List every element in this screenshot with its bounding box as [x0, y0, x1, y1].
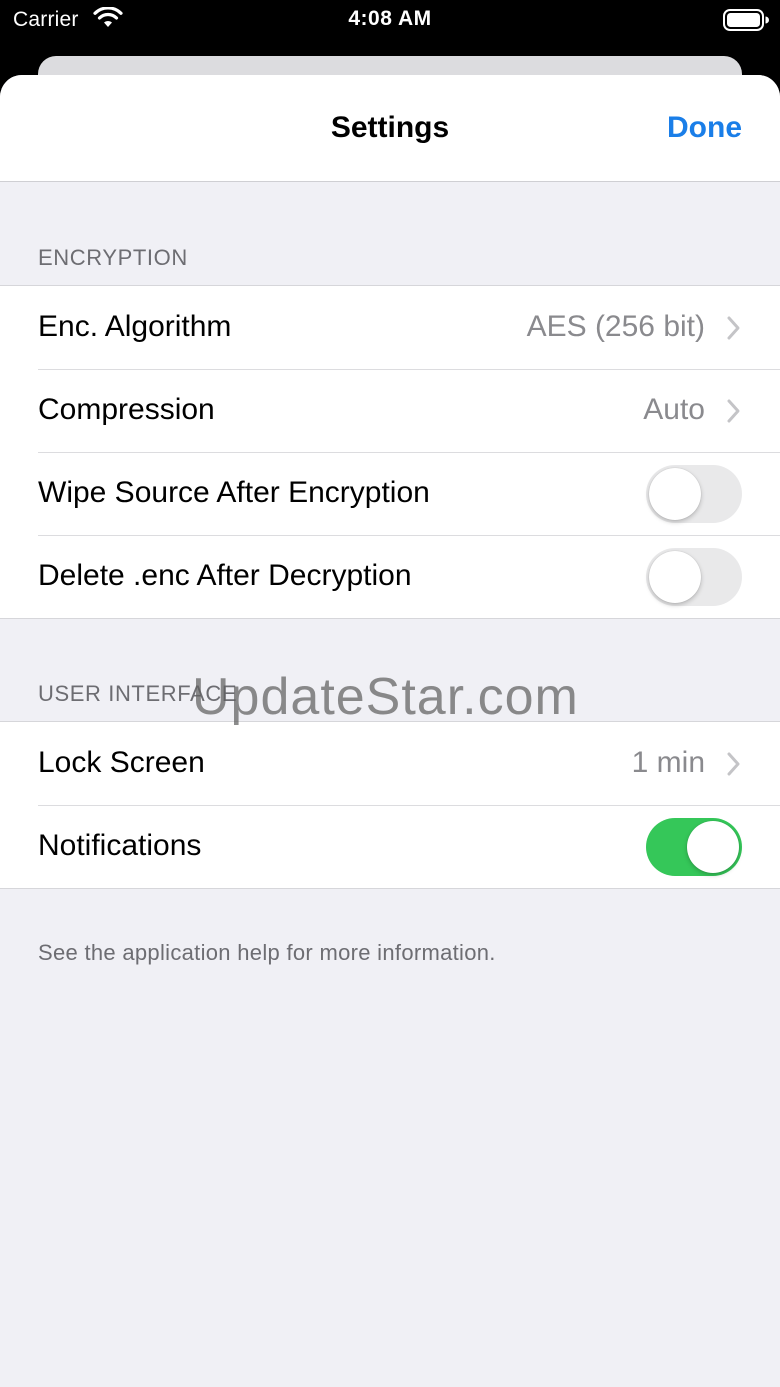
section-header-encryption: ENCRYPTION — [38, 245, 188, 270]
row-label: Compression — [38, 393, 215, 426]
row-notifications: Notifications — [0, 805, 780, 888]
encryption-group: Enc. Algorithm AES (256 bit) Compression… — [0, 285, 780, 619]
status-time: 4:08 AM — [348, 7, 432, 30]
row-label: Notifications — [38, 829, 202, 862]
wipe-source-toggle[interactable] — [646, 465, 742, 523]
row-value: AES (256 bit) — [526, 310, 705, 343]
row-label: Lock Screen — [38, 746, 205, 779]
toggle-knob — [649, 468, 701, 520]
toggle-knob — [649, 551, 701, 603]
row-label: Enc. Algorithm — [38, 310, 232, 343]
footer-note: See the application help for more inform… — [38, 940, 496, 965]
row-compression[interactable]: Compression Auto — [0, 369, 780, 452]
row-value: Auto — [643, 393, 705, 426]
chevron-right-icon — [727, 752, 740, 776]
settings-sheet: Settings Done ENCRYPTION Enc. Algorithm … — [0, 75, 780, 1387]
row-label: Wipe Source After Encryption — [38, 476, 430, 509]
row-enc-algorithm[interactable]: Enc. Algorithm AES (256 bit) — [0, 286, 780, 369]
delete-enc-toggle[interactable] — [646, 548, 742, 606]
chevron-right-icon — [727, 316, 740, 340]
user-interface-group: Lock Screen 1 min Notifications — [0, 721, 780, 889]
row-lock-screen[interactable]: Lock Screen 1 min — [0, 722, 780, 805]
row-wipe-source: Wipe Source After Encryption — [0, 452, 780, 535]
done-button[interactable]: Done — [667, 111, 742, 145]
row-label: Delete .enc After Decryption — [38, 559, 412, 592]
navigation-bar: Settings Done — [0, 75, 780, 182]
chevron-right-icon — [727, 399, 740, 423]
section-header-user-interface: USER INTERFACE — [38, 681, 238, 706]
row-delete-enc: Delete .enc After Decryption — [0, 535, 780, 618]
battery-icon — [723, 9, 769, 31]
status-bar: Carrier 4:08 AM — [0, 0, 780, 40]
row-value: 1 min — [631, 746, 705, 779]
toggle-knob — [687, 821, 739, 873]
notifications-toggle[interactable] — [646, 818, 742, 876]
page-title: Settings — [330, 111, 450, 144]
